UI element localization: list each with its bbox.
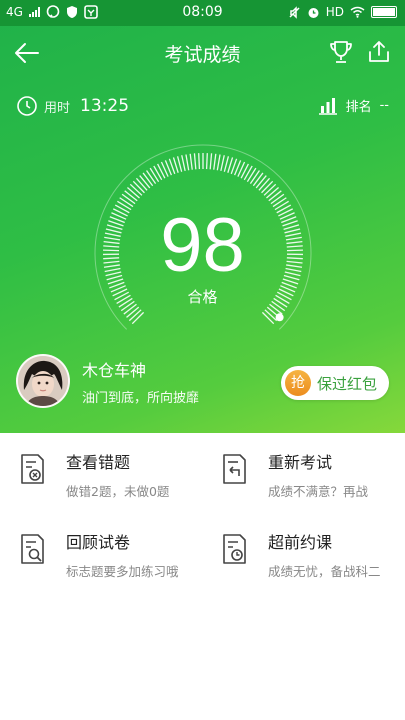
gauge-marker (275, 313, 284, 322)
result-hero: 4G 08:09 HD 考试成绩 用时 13:25 排名 -- 98 合格 木仓… (0, 0, 405, 433)
gauge-tick (223, 156, 230, 172)
bar-chart-icon (318, 97, 337, 115)
review-paper-button[interactable]: 回顾试卷 标志题要多加练习哦 (18, 529, 179, 580)
gauge-tick (153, 165, 163, 181)
action-title: 回顾试卷 (66, 533, 131, 552)
alarm-icon (308, 7, 319, 18)
gauge-tick (209, 153, 213, 170)
retake-icon (223, 454, 246, 484)
gauge-tick (266, 187, 280, 199)
action-title: 超前约课 (268, 533, 333, 552)
action-title: 查看错题 (66, 453, 131, 472)
book-lesson-button[interactable]: 超前约课 成绩无忧，备战科二 (220, 529, 381, 580)
gauge-tick (139, 175, 151, 189)
gauge-tick (216, 154, 221, 171)
gauge-tick (176, 156, 183, 172)
gauge-tick (261, 311, 275, 325)
gauge-tick (198, 153, 201, 170)
ranking: 排名 -- (318, 96, 389, 115)
gauge-tick (121, 193, 136, 205)
grab-badge-icon: 抢 (284, 370, 311, 396)
gauge-tick (146, 170, 157, 185)
gauge-tick (129, 183, 143, 196)
gauge-tick (213, 153, 217, 170)
gauge-tick (249, 170, 260, 185)
gauge-tick (185, 154, 190, 171)
action-subtitle: 成绩无忧，备战科二 (268, 564, 381, 579)
user-name: 木仓车神 (82, 360, 147, 380)
action-subtitle: 成绩不满意？再战 (268, 484, 369, 499)
wrong-answers-icon (21, 454, 44, 484)
red-packet-label: 保过红包 (316, 374, 377, 393)
avatar-photo (18, 356, 68, 406)
retake-exam-button[interactable]: 重新考试 成绩不满意？再战 (220, 449, 368, 500)
score-value: 98 (160, 203, 245, 288)
hd-indicator: HD (325, 5, 344, 19)
action-subtitle: 标志题要多加练习哦 (66, 564, 179, 579)
gauge-tick (149, 167, 160, 183)
action-subtitle: 做错2题，未做0题 (66, 484, 170, 499)
gauge-tick (126, 306, 140, 318)
gauge-tick (255, 175, 267, 189)
status-bar: 4G 08:09 HD (0, 0, 405, 26)
gauge-tick (258, 177, 271, 191)
gauge-tick (270, 193, 285, 205)
time-used-value: 13:25 (80, 96, 130, 116)
share-icon[interactable] (365, 38, 393, 66)
gauge-tick (189, 153, 193, 170)
gauge-tick (126, 187, 140, 199)
user-motto: 油门到底，所向披靡 (82, 390, 200, 406)
gauge-tick (263, 183, 277, 196)
gauge-tick (124, 190, 138, 202)
battery-icon (371, 6, 397, 18)
gauge-tick (193, 153, 197, 170)
ranking-label: 排名 (345, 100, 372, 115)
gauge-tick (142, 172, 154, 187)
guaranteed-pass-red-packet-button[interactable]: 抢 保过红包 (280, 366, 389, 400)
action-title: 重新考试 (268, 453, 333, 472)
avatar[interactable] (16, 354, 70, 408)
user-info: 木仓车神 油门到底，所向披靡 (16, 354, 199, 408)
mute-icon (289, 5, 300, 19)
gauge-tick (261, 180, 274, 194)
gauge-tick (220, 155, 225, 172)
gauge-tick (252, 172, 264, 187)
gauge-tick (246, 167, 257, 183)
time-used-label: 用时 (44, 100, 71, 116)
score-grade: 合格 (187, 288, 218, 306)
gauge-tick (128, 309, 142, 322)
wifi-icon (350, 6, 365, 18)
time-used: 用时 13:25 (16, 95, 129, 117)
trophy-icon[interactable] (327, 38, 355, 66)
review-mistakes-button[interactable]: 查看错题 做错2题，未做0题 (18, 449, 169, 500)
gauge-tick (264, 309, 278, 322)
gauge-tick (205, 153, 208, 170)
gauge-tick (243, 165, 253, 181)
gauge-tick (132, 180, 145, 194)
clock-icon (17, 96, 37, 116)
search-document-icon (21, 534, 44, 564)
gauge-tick (131, 311, 145, 325)
gauge-tick (135, 177, 148, 191)
gauge-tick (268, 190, 282, 202)
ranking-value: -- (379, 98, 389, 113)
title-bar: 考试成绩 (0, 26, 405, 78)
schedule-icon (223, 534, 246, 564)
gauge-tick (181, 155, 186, 172)
